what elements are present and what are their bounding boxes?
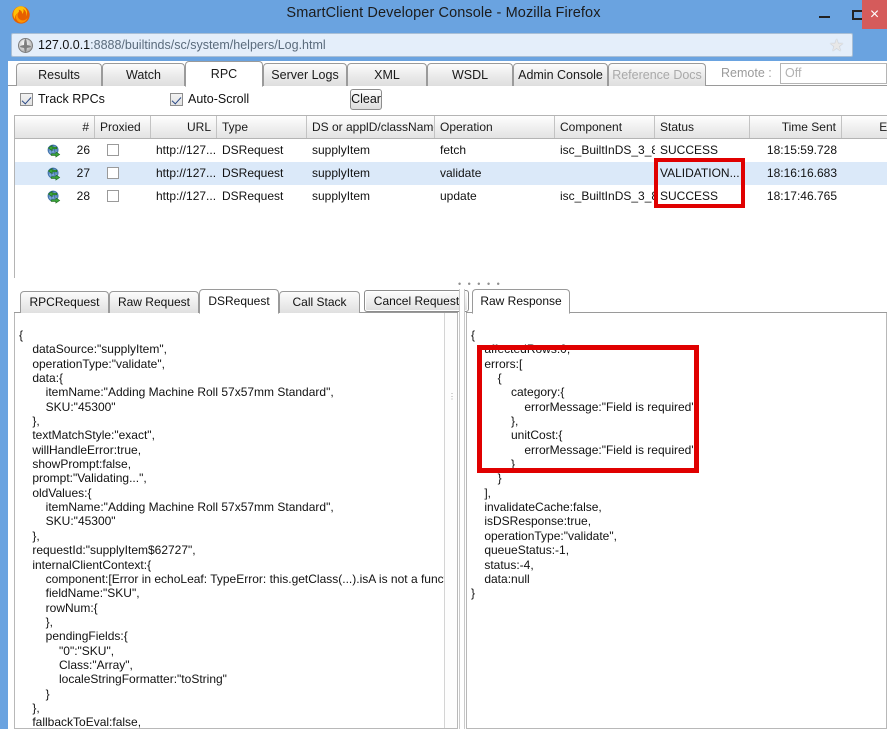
tab-server-logs[interactable]: Server Logs (263, 63, 347, 86)
cell-elapsed: 1140ms (842, 139, 887, 162)
cell-operation: fetch (440, 143, 467, 157)
clear-button[interactable]: Clear (350, 89, 382, 110)
column-header-url[interactable]: URL (151, 116, 217, 138)
console-tabstrip: Results Watch RPC Server Logs XML WSDL Admin C… (8, 61, 887, 87)
firefox-window: SmartClient Developer Console - Mozilla … (0, 0, 887, 729)
raw-response-code: { affectedRows:0, errors:[ { category:{ … (471, 328, 696, 601)
pane-tab-dsrequest[interactable]: DSRequest (199, 289, 279, 314)
cell-url: http://127.... (156, 166, 217, 180)
request-pane-tabs: RPCRequest Raw Request DSRequest Call Stack… (14, 289, 469, 314)
column-header-proxied[interactable]: Proxied (95, 116, 151, 138)
globe-icon (18, 38, 33, 53)
auto-scroll-label: Auto-Scroll (188, 92, 250, 106)
cell-ds: supplyItem (312, 189, 371, 203)
splitter-grip-icon: • • • • • (458, 279, 502, 289)
url-path: :8888/builtinds/sc/system/helpers/Log.ht… (90, 38, 326, 52)
cell-time-sent: 18:15:59.728 (766, 143, 837, 157)
bookmark-star-icon[interactable]: ★ (829, 37, 846, 54)
scrollbar-grip-icon: ⋮ (448, 392, 456, 401)
minimize-button[interactable] (808, 0, 841, 29)
pane-tab-raw-response[interactable]: Raw Response (472, 289, 570, 314)
proxied-checkbox[interactable] (107, 144, 119, 156)
cell-status: VALIDATION... (660, 166, 740, 180)
cell-proxied (95, 162, 151, 185)
cell-status: SUCCESS (660, 189, 719, 203)
pane-tab-call-stack[interactable]: Call Stack (279, 291, 360, 313)
window-title: SmartClient Developer Console - Mozilla … (286, 5, 601, 21)
cell-elapsed: 90685ms (842, 162, 887, 185)
request-pane-body: { dataSource:"supplyItem", operationType… (14, 313, 458, 729)
cell-url: http://127.... (156, 143, 217, 157)
response-pane-body: { affectedRows:0, errors:[ { category:{ … (466, 313, 887, 729)
tab-reference-docs: Reference Docs (608, 63, 706, 86)
tab-watch[interactable]: Watch (102, 63, 185, 86)
checkmark-icon (20, 93, 33, 106)
close-icon: × (869, 6, 880, 23)
cell-type: DSRequest (222, 143, 284, 157)
url-host: 127.0.0.1 (38, 38, 91, 52)
response-pane-tabs: Raw Response (466, 289, 887, 314)
column-header-status[interactable]: Status (655, 116, 750, 138)
network-request-icon (47, 167, 61, 181)
title-bar: SmartClient Developer Console - Mozilla … (0, 0, 887, 29)
remote-input[interactable]: Off (780, 63, 887, 84)
tab-results[interactable]: Results (16, 63, 102, 86)
tab-rpc[interactable]: RPC (185, 61, 263, 87)
checkmark-icon (170, 93, 183, 106)
tab-admin-console[interactable]: Admin Console (513, 63, 608, 86)
rpc-toolbar: Track RPCs Auto-Scroll Clear (8, 87, 887, 114)
request-scrollbar[interactable]: ⋮ (444, 313, 457, 728)
table-row[interactable]: 26 http://127.... DSRequest supplyItem fetch… (15, 139, 887, 162)
cell-proxied (95, 139, 151, 162)
cell-type: DSRequest (222, 189, 284, 203)
column-header-ds[interactable]: DS or applD/className (307, 116, 435, 138)
pane-tab-rpcrequest[interactable]: RPCRequest (20, 291, 109, 313)
rpc-grid: # Proxied URL Type DS or applD/className Oper… (14, 115, 887, 278)
navigation-bar: 127.0.0.1:8888/builtinds/sc/system/helpe… (0, 29, 887, 84)
cell-status: SUCCESS (660, 143, 719, 157)
rpc-grid-header: # Proxied URL Type DS or applD/className Oper… (15, 116, 887, 139)
cell-type: DSRequest (222, 166, 284, 180)
cell-component (555, 162, 655, 185)
console-content: Results Watch RPC Server Logs XML WSDL Admin C… (8, 61, 887, 729)
dsrequest-code: { dataSource:"supplyItem", operationType… (19, 328, 457, 729)
table-row[interactable]: 28 http://127.... DSRequest supplyItem updat… (15, 185, 887, 208)
pane-tab-raw-request[interactable]: Raw Request (109, 291, 199, 313)
cell-url: http://127.... (156, 189, 217, 203)
vertical-splitter[interactable] (459, 289, 465, 729)
cancel-request-button[interactable]: Cancel Request (364, 290, 469, 312)
close-button[interactable]: × (862, 0, 887, 29)
request-pane: RPCRequest Raw Request DSRequest Call Stack… (14, 289, 469, 729)
cell-ds: supplyItem (312, 166, 371, 180)
cell-ds: supplyItem (312, 143, 371, 157)
url-text: 127.0.0.1:8888/builtinds/sc/system/helpe… (38, 38, 326, 52)
cell-time-sent: 18:17:46.765 (766, 189, 837, 203)
table-row[interactable]: 27 http://127.... DSRequest supplyItem valid… (15, 162, 887, 185)
tab-wsdl[interactable]: WSDL (427, 63, 513, 86)
network-request-icon (47, 144, 61, 158)
column-header-component[interactable]: Component (555, 116, 655, 138)
cell-elapsed: 1419ms (842, 185, 887, 208)
column-header-time-sent[interactable]: Time Sent (750, 116, 842, 138)
proxied-checkbox[interactable] (107, 190, 119, 202)
horizontal-splitter[interactable]: • • • • • (14, 279, 887, 289)
tab-xml[interactable]: XML (347, 63, 427, 86)
cell-component: isc_BuiltInDS_3_8 (560, 189, 655, 203)
url-input[interactable]: 127.0.0.1:8888/builtinds/sc/system/helpe… (11, 33, 853, 57)
response-pane: Raw Response { affectedRows:0, errors:[ … (466, 289, 887, 729)
column-header-type[interactable]: Type (217, 116, 307, 138)
cell-time-sent: 18:16:16.683 (766, 166, 837, 180)
cell-component: isc_BuiltInDS_3_8 (560, 143, 655, 157)
column-header-operation[interactable]: Operation (435, 116, 555, 138)
proxied-checkbox[interactable] (107, 167, 119, 179)
minimize-icon (819, 16, 830, 18)
cell-operation: update (440, 189, 477, 203)
network-request-icon (47, 190, 61, 204)
track-rpcs-label: Track RPCs (38, 92, 105, 106)
cell-proxied (95, 185, 151, 208)
column-header-elapsed[interactable]: Elapsed ... (842, 116, 887, 138)
column-header-num[interactable]: # (15, 116, 95, 138)
cell-operation: validate (440, 166, 482, 180)
remote-label: Remote : (721, 66, 772, 80)
